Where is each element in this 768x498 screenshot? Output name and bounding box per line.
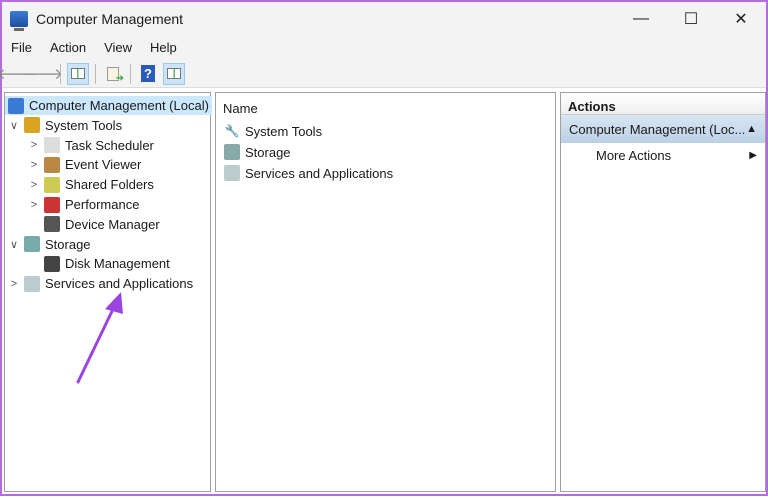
tree-item[interactable]: > Task Scheduler [27,136,154,155]
chevron-right-icon[interactable]: > [27,139,41,151]
toolbar-separator [95,63,96,84]
menu-file[interactable]: File [2,40,41,55]
tree-item[interactable]: Disk Management [27,254,170,273]
column-header-name[interactable]: Name [223,101,258,116]
disk-icon [44,255,60,272]
menu-action[interactable]: Action [41,40,95,55]
maximize-button[interactable]: ☐ [666,2,716,35]
tree-item-label: System Tools [45,117,123,133]
tree-item-label: Services and Applications [45,276,194,292]
tools-icon [24,117,40,134]
chevron-down-icon[interactable]: ∨ [7,119,21,132]
title-bar: Computer Management — ☐ ✕ [2,2,766,35]
forward-icon[interactable]: 🡒 [23,63,63,85]
chevron-right-icon[interactable]: > [27,159,41,171]
tree-item-label: Task Scheduler [65,137,154,153]
tree-item[interactable]: ∨ Storage [7,235,91,254]
menu-bar: File Action View Help [2,35,766,60]
storage-icon [224,144,240,160]
services-icon [24,275,40,292]
tree-item-label: Performance [65,197,140,212]
list-item[interactable]: 🔧 System Tools [221,123,323,139]
results-pane: Name 🔧 System Tools Storage Services and … [215,92,556,492]
tree-item[interactable]: Device Manager [27,215,160,234]
list-item[interactable]: Services and Applications [221,165,393,181]
tree-item[interactable]: ∨ System Tools [7,116,122,135]
toolbar-separator [130,63,131,84]
event-viewer-icon [44,156,60,173]
export-list-icon[interactable]: ➔ [102,63,124,85]
tree-item-label: Device Manager [65,216,160,232]
system-tools-icon: 🔧 [224,124,240,138]
toolbar-separator [60,63,61,84]
storage-icon [24,236,40,253]
chevron-down-icon[interactable]: ∨ [7,238,21,251]
device-manager-icon [44,216,60,233]
tree-item-label: Computer Management (Local) [29,98,209,113]
tree-item[interactable]: > Performance [27,195,139,214]
minimize-button[interactable]: — [616,2,666,35]
tree-item[interactable]: > Shared Folders [27,175,154,194]
tree-item-label: Storage [45,236,91,252]
collapse-icon[interactable]: ▲ [746,123,757,135]
tree-item[interactable]: > Services and Applications [7,274,193,293]
computer-icon [8,97,24,114]
help-icon[interactable]: ? [137,63,159,85]
services-icon [224,165,240,181]
actions-section-computer-management[interactable]: Computer Management (Loc... ▲ [561,115,765,143]
window-title: Computer Management [36,10,184,27]
performance-icon [44,196,60,213]
shared-folders-icon [44,176,60,193]
chevron-right-icon[interactable]: > [27,179,41,191]
chevron-right-icon[interactable]: > [27,199,41,211]
show-hide-console-tree-icon[interactable] [67,62,89,85]
clock-icon [44,137,60,154]
more-actions[interactable]: More Actions ▶ [561,143,765,167]
submenu-arrow-icon: ▶ [749,149,757,161]
computer-management-icon [10,10,28,31]
close-button[interactable]: ✕ [716,2,766,35]
tree-item[interactable]: Computer Management (Local) [5,96,212,115]
tree-item-label: Disk Management [65,256,170,272]
tree-item-label: Shared Folders [65,177,154,193]
actions-pane: Actions Computer Management (Loc... ▲ Mor… [560,92,766,492]
menu-help[interactable]: Help [141,40,186,55]
chevron-right-icon[interactable]: > [7,278,21,290]
list-item[interactable]: Storage [221,144,291,160]
tree-item-label: Event Viewer [65,157,142,173]
tree-item[interactable]: > Event Viewer [27,155,141,174]
show-hide-action-pane-icon[interactable] [163,62,185,85]
console-tree: Computer Management (Local) ∨ System Tools… [4,92,212,492]
toolbar: 🡐 🡒 ➔ ? [0,60,766,88]
menu-view[interactable]: View [95,40,141,55]
actions-header: Actions [561,93,765,115]
